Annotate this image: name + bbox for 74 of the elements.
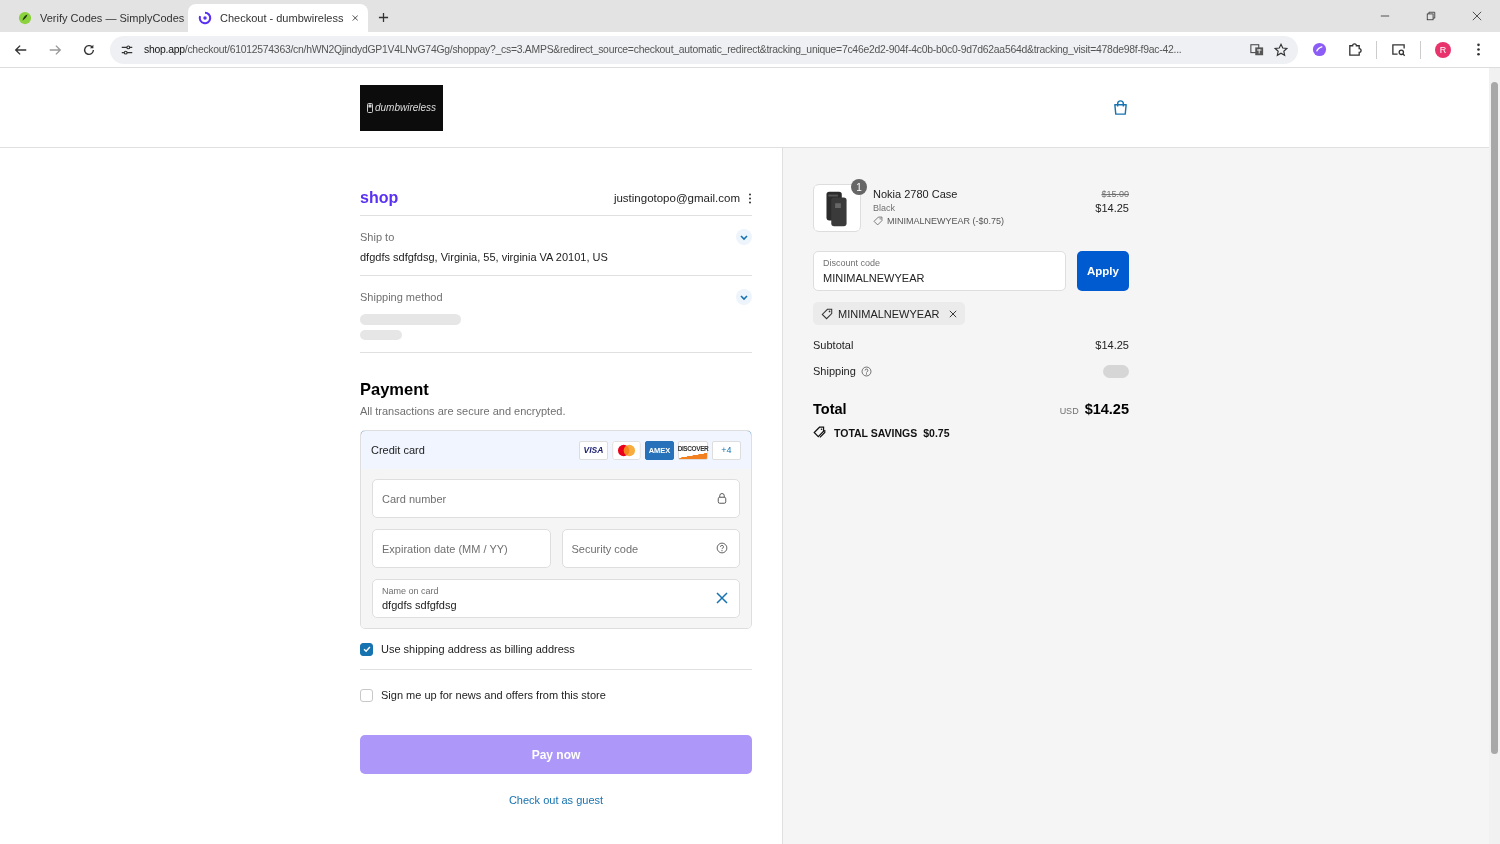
quantity-badge: 1 [851,179,867,195]
shipping-label: Shipping [813,365,856,377]
spinner-icon [198,11,212,25]
section-label: Ship to [360,231,395,243]
phone-icon [366,102,373,113]
checkbox[interactable] [360,642,373,656]
scrollbar[interactable] [1489,68,1500,844]
help-icon[interactable] [716,542,728,554]
section-label: Shipping method [360,291,443,303]
card-brand-logo: VISA [579,440,608,460]
browser-tab[interactable]: Verify Codes — SimplyCodes [8,4,188,32]
loading-placeholder [360,330,402,340]
account-email: justingotopo@gmail.com [613,192,740,204]
store-logo[interactable]: dumbwireless [360,84,443,131]
profile-avatar[interactable]: R [1435,41,1451,58]
remove-icon[interactable] [949,309,958,318]
subtotal-value: $14.25 [1095,339,1129,351]
extension-icon[interactable] [1312,42,1327,57]
payment-heading: Payment [360,380,430,399]
checkbox-label: Use shipping address as billing address [381,643,575,655]
new-tab-icon[interactable] [378,12,389,23]
apply-button[interactable]: Apply [1077,251,1129,291]
subtotal-label: Subtotal [813,339,854,351]
clear-icon[interactable] [716,592,728,604]
lock-icon [716,492,728,504]
help-icon[interactable] [860,365,872,377]
scrollbar-thumb[interactable] [1491,82,1498,754]
site-settings-icon[interactable] [120,42,134,57]
security-code-field[interactable]: Security code [561,529,740,568]
more-icon[interactable] [748,192,752,204]
close-icon[interactable] [351,14,358,22]
guest-checkout-link[interactable]: Check out as guest [508,794,604,806]
reload-icon[interactable] [82,42,96,57]
more-brands-count: +4 [712,440,741,460]
field-label: Name on card [382,586,439,596]
discount-chip: MINIMALNEWYEAR [813,302,966,325]
translate-icon[interactable] [1250,42,1264,57]
restore-icon[interactable] [1426,11,1436,21]
shipping-address: dfgdfs sdfgfdsg, Virginia, 55, virginia VA 20101, US [360,251,609,263]
shop-logo: shop [360,189,400,207]
savings-amount: $0.75 [923,426,950,439]
payment-subtitle: All transactions are secure and encrypted. [360,405,567,417]
checkbox[interactable] [360,688,373,702]
star-icon[interactable] [1274,42,1288,57]
item-price: $14.25 [1095,202,1129,214]
original-price: $15.00 [1101,189,1129,199]
puzzle-icon[interactable] [1347,42,1362,57]
chevron-icon[interactable] [736,289,752,305]
discount-applied: MINIMALNEWYEAR (-$0.75) [887,216,1005,226]
field-label: Discount code [823,258,881,268]
total-amount: $14.25 [1084,401,1129,417]
shopping-bag-icon[interactable] [1112,99,1129,116]
tags-icon [813,426,826,439]
back-icon[interactable] [14,42,28,57]
savings-label: TOTAL SAVINGS [834,426,918,439]
leaf-icon [18,11,32,25]
media-search-icon[interactable] [1391,42,1406,57]
currency-code: USD [1059,406,1079,416]
forward-icon[interactable] [48,42,62,57]
card-number-field[interactable]: Card number [372,479,740,518]
overlapping-circles-icon [612,440,641,460]
tag-icon [821,307,833,320]
browser-tab[interactable]: Checkout - dumbwireless [188,4,368,32]
product-name: Nokia 2780 Case [873,188,959,200]
expiration-date-field[interactable]: Expiration date (MM / YY) [372,529,551,568]
payment-method-label: Credit card [371,444,426,456]
total-label: Total [813,401,847,417]
chevron-icon[interactable] [736,229,752,245]
close-icon[interactable] [1472,11,1482,21]
address-bar[interactable] [110,35,1298,64]
product-variant: Black [873,203,896,213]
url-text: shop.app/checkout/61012574363/cn/hWN2QjindydGP1V4LNvG74Gg/shoppay?_cs=3.AMPS&redirect_source=checkout_automatic_redirect&tracking_unique=7c46e2d2-904f-4c0b-b0c0-9d7d62aa564d&tracking_visit=478de98f-f9ac-42... [144,44,1183,55]
tag-icon [873,216,883,226]
checkbox-label: Sign me up for news and offers from this store [381,689,606,701]
